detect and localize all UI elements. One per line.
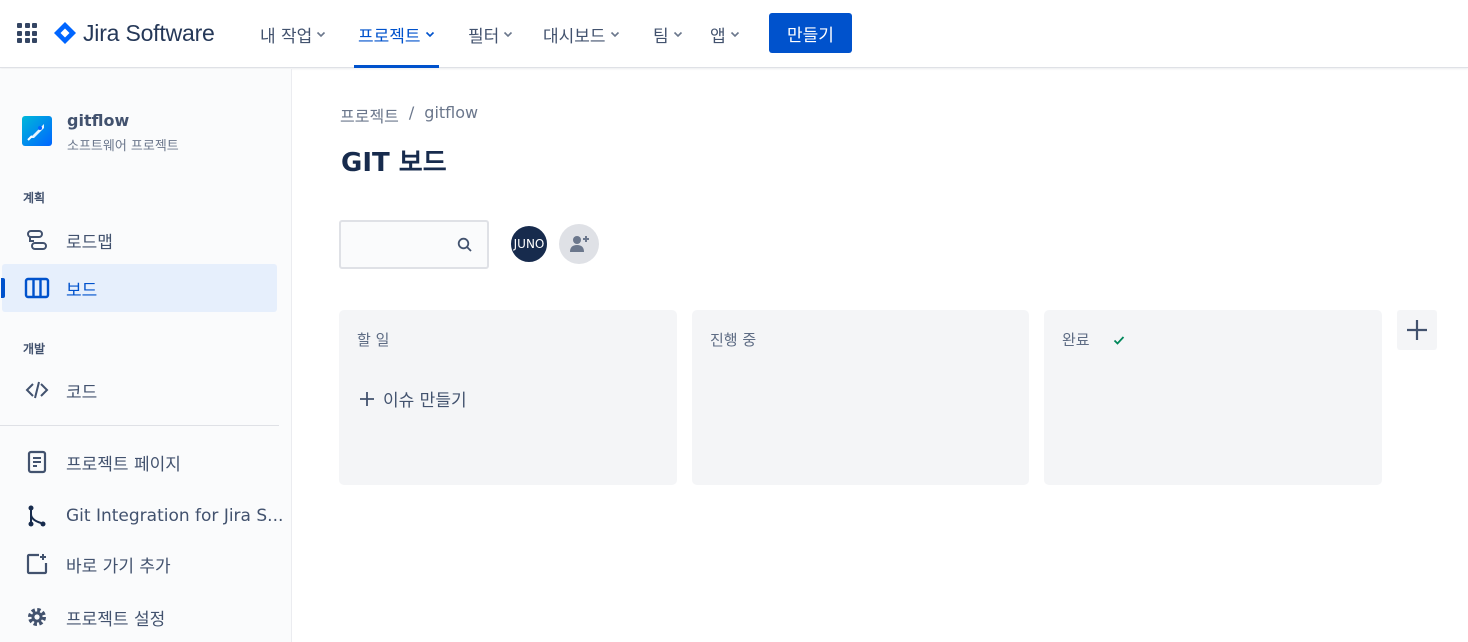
create-issue-label: 이슈 만들기: [383, 391, 467, 411]
chevron-down-icon: [317, 31, 326, 38]
sidebar-item-label: 로드맵: [66, 232, 113, 253]
nav-label: 내 작업: [260, 26, 313, 47]
sidebar-item-label: 바로 가기 추가: [66, 556, 171, 577]
sidebar-item-project-settings[interactable]: 프로젝트 설정: [2, 593, 277, 641]
chevron-down-icon: [610, 31, 619, 38]
sidebar-item-label: 프로젝트 페이지: [66, 454, 181, 475]
project-avatar[interactable]: [22, 116, 52, 146]
nav-apps[interactable]: 앱: [710, 0, 740, 68]
brand-name: Jira Software: [83, 19, 215, 46]
sidebar-item-add-shortcut[interactable]: 바로 가기 추가: [2, 540, 277, 588]
add-person-icon: [570, 236, 589, 252]
nav-dashboards[interactable]: 대시보드: [543, 0, 620, 68]
project-sidebar: gitflow 소프트웨어 프로젝트 계획 로드맵 보드 개발 코드 프로젝트 …: [0, 69, 292, 642]
nav-projects[interactable]: 프로젝트: [354, 0, 439, 68]
jira-diamond-icon: [54, 22, 76, 44]
search-input[interactable]: [349, 230, 454, 259]
column-title: 진행 중: [710, 329, 756, 350]
nav-label: 필터: [468, 26, 500, 47]
sidebar-item-board[interactable]: 보드: [1, 264, 277, 312]
column-title-text: 할 일: [357, 331, 390, 349]
plus-icon: [1407, 320, 1427, 340]
sidebar-item-label: 프로젝트 설정: [66, 609, 166, 630]
avatar[interactable]: JUNO: [509, 224, 549, 264]
chevron-down-icon: [425, 31, 434, 38]
section-label-plan: 계획: [23, 191, 46, 205]
breadcrumb: 프로젝트 / gitflow: [340, 103, 478, 127]
page-title: GIT 보드: [341, 148, 447, 178]
project-type: 소프트웨어 프로젝트: [67, 139, 179, 154]
sidebar-item-git-integration[interactable]: Git Integration for Jira S...: [2, 492, 283, 540]
board-column-done: 완료: [1044, 310, 1382, 485]
sidebar-item-label: 보드: [66, 280, 98, 301]
git-branch-icon: [24, 503, 50, 529]
section-label-dev: 개발: [23, 342, 46, 356]
board-search: [339, 220, 489, 269]
column-title: 완료: [1062, 329, 1126, 350]
chevron-down-icon: [673, 31, 682, 38]
add-people-button[interactable]: [559, 224, 599, 264]
nav-label: 앱: [710, 26, 726, 47]
nav-teams[interactable]: 팀: [653, 0, 683, 68]
breadcrumb-gitflow[interactable]: gitflow: [424, 103, 478, 127]
page-icon: [24, 449, 50, 475]
nav-label: 프로젝트: [358, 26, 421, 47]
roadmap-icon: [24, 227, 50, 253]
add-shortcut-icon: [24, 551, 50, 577]
nav-my-work[interactable]: 내 작업: [260, 0, 326, 68]
board-icon: [24, 275, 50, 301]
sidebar-item-label: Git Integration for Jira S...: [66, 506, 284, 526]
app-switcher-icon[interactable]: [17, 23, 37, 43]
create-button[interactable]: 만들기: [769, 13, 852, 53]
sidebar-item-code[interactable]: 코드: [2, 366, 277, 414]
sidebar-item-project-pages[interactable]: 프로젝트 페이지: [2, 438, 277, 486]
chevron-down-icon: [730, 31, 739, 38]
rocket-icon: [27, 124, 44, 141]
column-title: 할 일: [357, 329, 389, 350]
top-navigation: Jira Software 내 작업 프로젝트 필터 대시보드 팀 앱 만들기: [0, 0, 1468, 68]
board-column-in-progress: 진행 중: [692, 310, 1029, 485]
chevron-down-icon: [504, 31, 513, 38]
jira-logo[interactable]: Jira Software: [53, 20, 215, 46]
breadcrumb-separator: /: [408, 103, 415, 122]
nav-label: 팀: [653, 26, 669, 47]
plus-icon: [360, 391, 374, 406]
breadcrumb-projects[interactable]: 프로젝트: [340, 103, 399, 127]
nav-label: 대시보드: [543, 26, 606, 47]
sidebar-divider: [0, 425, 279, 426]
add-column-button[interactable]: [1397, 310, 1437, 350]
create-issue-button[interactable]: 이슈 만들기: [359, 386, 467, 411]
code-icon: [24, 377, 50, 403]
sidebar-item-roadmap[interactable]: 로드맵: [2, 216, 277, 264]
check-icon: [1113, 335, 1124, 345]
sidebar-item-label: 코드: [66, 382, 98, 403]
column-title-text: 완료: [1062, 331, 1090, 349]
column-title-text: 진행 중: [710, 331, 757, 349]
nav-filters[interactable]: 필터: [468, 0, 513, 68]
board-column-todo: 할 일 이슈 만들기: [339, 310, 677, 485]
project-name[interactable]: gitflow: [67, 111, 129, 130]
gear-icon: [24, 604, 50, 630]
search-icon: [457, 237, 472, 252]
